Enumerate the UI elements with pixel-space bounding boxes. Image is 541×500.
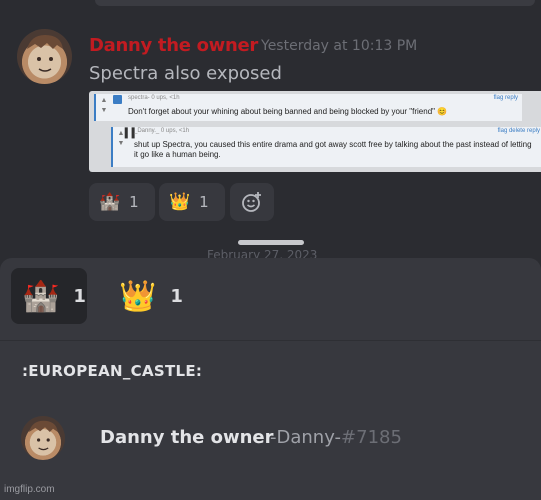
selected-emoji-name: :EUROPEAN_CASTLE: bbox=[22, 362, 203, 380]
reaction-count: 1 bbox=[129, 193, 139, 211]
reaction-crown[interactable]: 👑 1 bbox=[159, 183, 225, 221]
comment-reply: ▲ ▼ ▍▍ _Danny._ 0 ups, <1h flag delete re… bbox=[111, 127, 541, 167]
tab-count: 1 bbox=[73, 285, 86, 307]
message-image-attachment[interactable]: ▲ ▼ spectra- 0 ups, <1h flag reply Don't … bbox=[89, 91, 541, 172]
watermark: imgflip.com bbox=[4, 484, 55, 495]
vote-arrows-icon: ▲ ▼ bbox=[100, 97, 108, 114]
comment-body: Don't forget about your whining about be… bbox=[128, 107, 448, 116]
reactor-handle: -Danny- bbox=[270, 427, 342, 448]
comment-post: ▲ ▼ spectra- 0 ups, <1h flag reply Don't … bbox=[94, 94, 522, 121]
chat-area: Danny the owner Yesterday at 10:13 PM Sp… bbox=[0, 0, 541, 262]
divider bbox=[0, 340, 541, 341]
add-reaction-button[interactable] bbox=[230, 183, 274, 221]
avatar[interactable] bbox=[17, 29, 72, 84]
european-castle-icon: 🏰 bbox=[22, 278, 60, 314]
previous-message-edge bbox=[95, 0, 535, 6]
comment-meta: _Danny._ 0 ups, <1h bbox=[134, 128, 190, 134]
user-badge-icon bbox=[113, 95, 122, 104]
message-timestamp: Yesterday at 10:13 PM bbox=[261, 38, 418, 54]
comment-actions: flag reply bbox=[493, 95, 518, 101]
tab-crown[interactable]: 👑 1 bbox=[108, 268, 188, 324]
european-castle-icon: 🏰 bbox=[99, 192, 121, 212]
comment-body: shut up Spectra, you caused this entire … bbox=[134, 140, 532, 159]
crown-icon: 👑 bbox=[119, 278, 157, 314]
crown-icon: 👑 bbox=[169, 192, 191, 212]
add-reaction-icon bbox=[242, 192, 261, 212]
avatar-face-icon bbox=[29, 420, 58, 451]
tab-european-castle[interactable]: 🏰 1 bbox=[11, 268, 87, 324]
avatar-face-icon bbox=[27, 35, 63, 72]
message-author[interactable]: Danny the owner bbox=[89, 35, 258, 56]
comment-actions: flag delete reply bbox=[497, 128, 540, 134]
sheet-drag-handle[interactable] bbox=[238, 240, 304, 245]
reactor-username: -Danny-#7185 bbox=[270, 427, 402, 448]
reaction-count: 1 bbox=[199, 193, 209, 211]
tab-count: 1 bbox=[170, 285, 183, 307]
reactor-display-name[interactable]: Danny the owner bbox=[100, 427, 274, 448]
reactor-avatar[interactable] bbox=[21, 416, 65, 460]
reaction-european-castle[interactable]: 🏰 1 bbox=[89, 183, 155, 221]
reactor-discriminator: #7185 bbox=[341, 427, 402, 448]
message-text: Spectra also exposed bbox=[89, 63, 282, 84]
comment-meta: spectra- 0 ups, <1h bbox=[128, 95, 180, 101]
